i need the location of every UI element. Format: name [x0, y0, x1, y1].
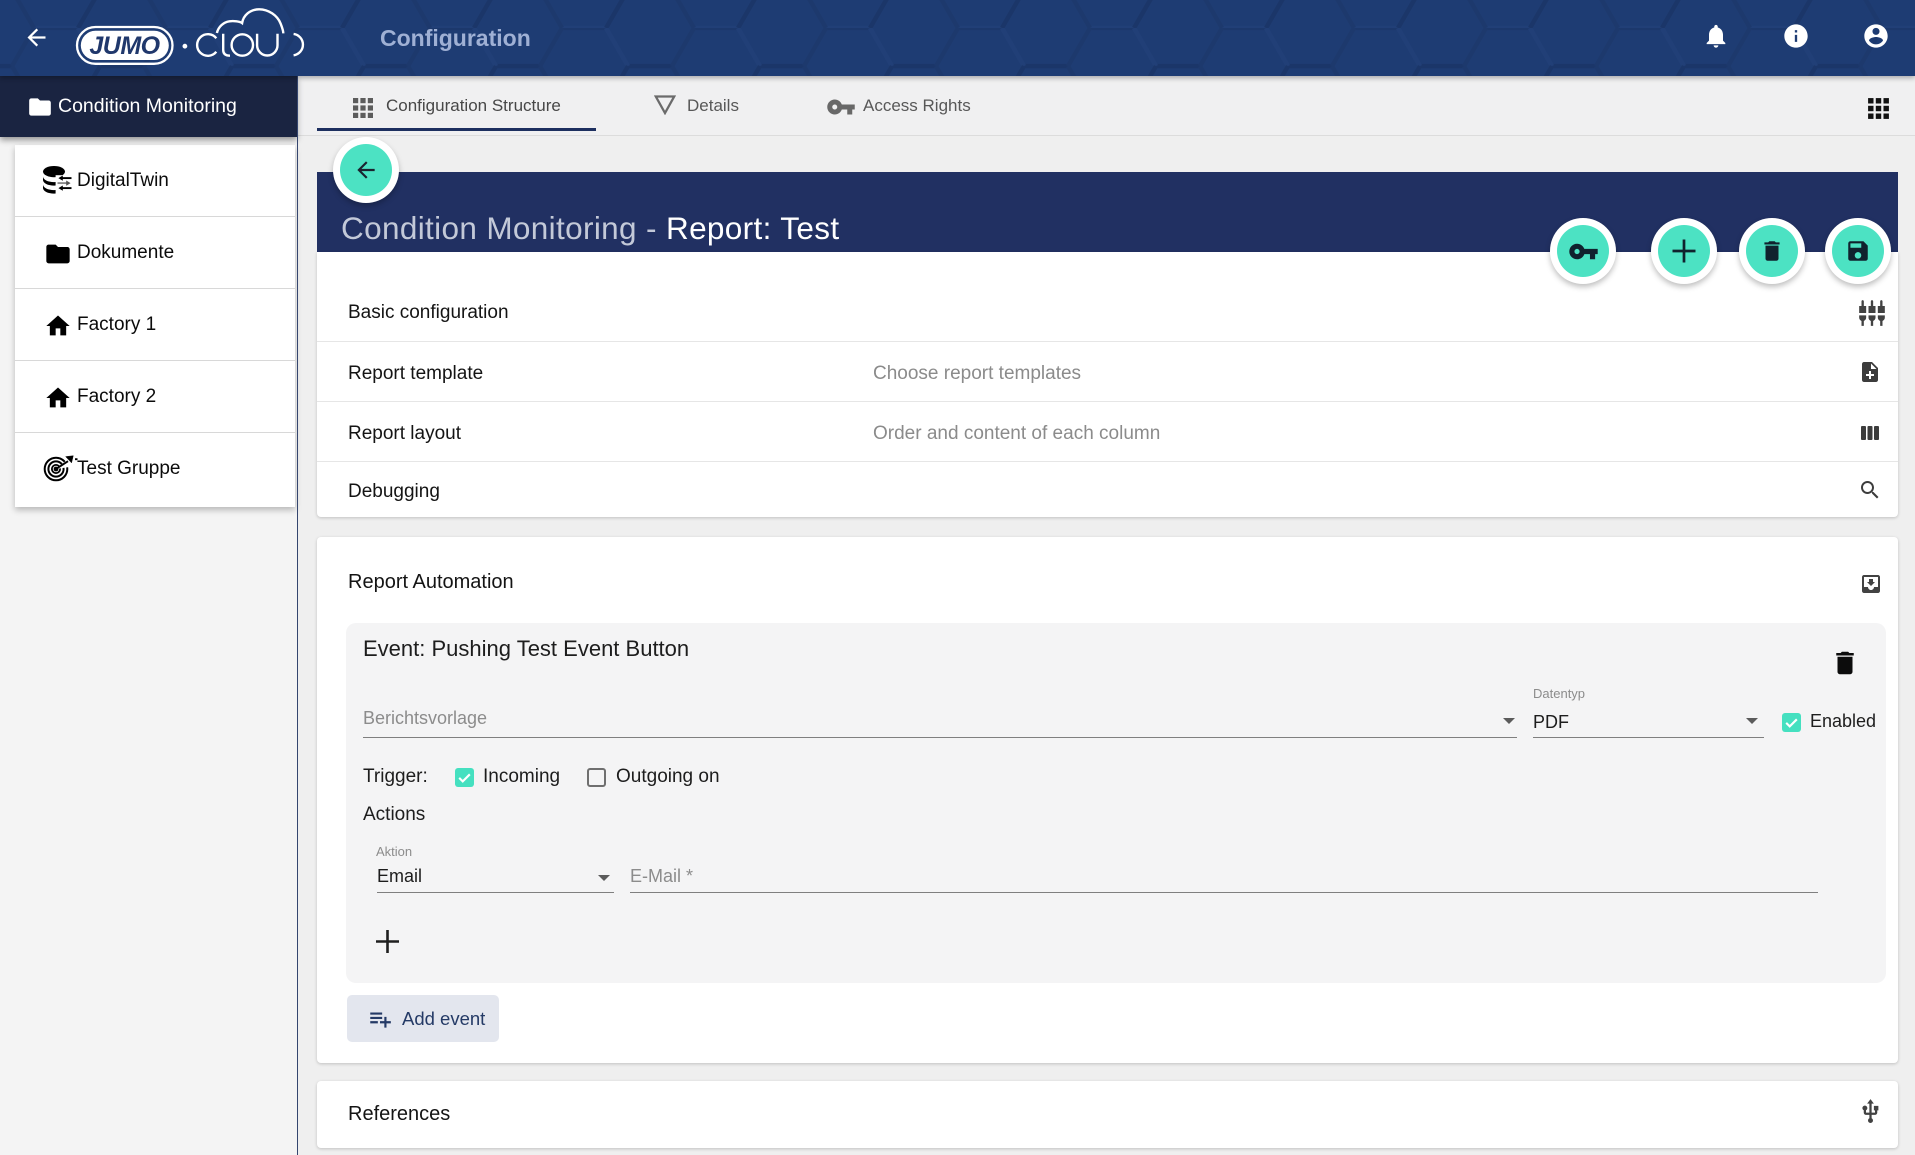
svg-text:JUMO: JUMO	[89, 32, 160, 60]
